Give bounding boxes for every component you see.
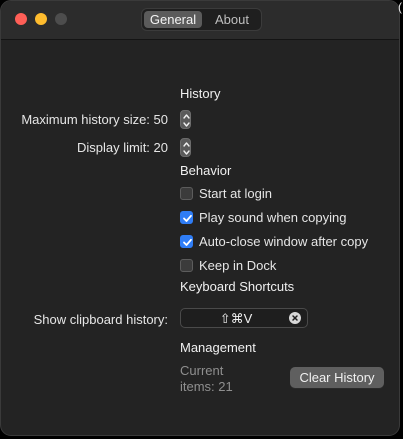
current-items-line2: items: 21	[180, 379, 233, 394]
show-clipboard-history-label: Show clipboard history:	[33, 312, 168, 327]
clear-shortcut-button[interactable]	[289, 312, 301, 324]
stepper-arrows-icon	[183, 114, 190, 127]
max-history-size-label: Maximum history size: 50	[21, 112, 168, 127]
shortcut-value: ⇧⌘V	[219, 311, 253, 326]
tab-switcher: General About	[141, 8, 262, 31]
tab-general[interactable]: General	[144, 11, 202, 28]
title-bar: General About	[1, 1, 399, 40]
management-heading: Management	[180, 340, 256, 355]
keyboard-shortcuts-heading: Keyboard Shortcuts	[180, 279, 295, 294]
minimize-window-button[interactable]	[35, 13, 47, 25]
current-items-line1: Current	[180, 363, 224, 378]
keep-in-dock-checkbox[interactable]	[180, 259, 193, 272]
clear-history-button[interactable]: Clear History	[290, 367, 384, 388]
checkmark-icon	[183, 214, 192, 222]
close-window-button[interactable]	[15, 13, 27, 25]
preferences-window: General About History Maximum history si…	[0, 0, 400, 436]
display-limit-label: Display limit: 20	[76, 140, 168, 155]
auto-close-label: Auto-close window after copy	[199, 234, 369, 249]
auto-close-checkbox[interactable]	[180, 235, 193, 248]
stepper-arrows-icon	[183, 142, 190, 155]
max-history-size-stepper[interactable]	[180, 110, 191, 129]
behavior-heading: Behavior	[180, 163, 232, 178]
start-at-login-checkbox[interactable]	[180, 187, 193, 200]
checkmark-icon	[183, 238, 192, 246]
play-sound-checkbox[interactable]	[180, 211, 193, 224]
keep-in-dock-label: Keep in Dock	[199, 258, 277, 273]
display-limit-stepper[interactable]	[180, 138, 191, 157]
history-heading: History	[180, 86, 221, 101]
tab-about[interactable]: About	[204, 11, 260, 28]
edge-text: (	[398, 0, 402, 14]
zoom-window-button[interactable]	[55, 13, 67, 25]
show-clipboard-history-shortcut-field[interactable]: ⇧⌘V	[180, 308, 308, 328]
close-icon	[292, 315, 298, 321]
play-sound-label: Play sound when copying	[199, 210, 347, 225]
start-at-login-label: Start at login	[199, 186, 272, 201]
